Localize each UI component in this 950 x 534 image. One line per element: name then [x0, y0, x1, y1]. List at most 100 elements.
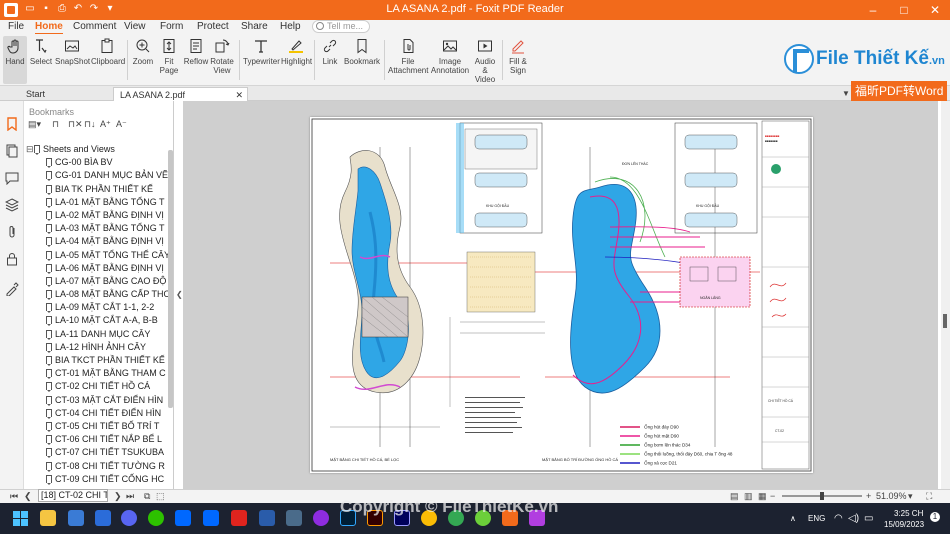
bookmark-root[interactable]: ⊟ Sheets and Views	[26, 143, 168, 156]
volume-icon[interactable]: ◁)	[848, 513, 859, 524]
wechat-icon[interactable]	[148, 510, 164, 526]
bookmark-item[interactable]: LA-06 MẶT BẰNG ĐỊNH VỊ	[26, 262, 168, 275]
bookmark-item[interactable]: CG-01 DANH MỤC BẢN VẼ	[26, 169, 168, 182]
hand-button[interactable]: Hand	[3, 36, 27, 84]
document-canvas[interactable]: ■■■■■■■■ ■■■■■■■ CHI TIẾT HỒ CÁ CT-02 KH…	[183, 101, 938, 489]
rotate-view-button[interactable]: Rotate View	[209, 36, 235, 84]
bookmark-item[interactable]: LA-03 MẶT BẰNG TỔNG T	[26, 222, 168, 235]
pages-panel-icon[interactable]	[5, 144, 19, 158]
bookmark-item[interactable]: CG-00 BÌA BV	[26, 156, 168, 169]
clock-date[interactable]: 15/09/2023	[884, 520, 924, 529]
clock-time[interactable]: 3:25 CH	[894, 509, 923, 518]
single-page-view-icon[interactable]: ▤	[730, 491, 739, 502]
zoom-out-icon[interactable]: −	[770, 491, 775, 501]
bookmark-item[interactable]: BIA TK PHẦN THIẾT KẾ	[26, 183, 168, 196]
store-icon[interactable]	[68, 510, 84, 526]
bookmark-item[interactable]: CT-08 CHI TIẾT TƯỜNG R	[26, 460, 168, 473]
text-smaller-icon[interactable]: A⁻	[116, 119, 127, 130]
tab-form[interactable]: Form	[160, 20, 183, 34]
bookmark-item[interactable]: CT-02 CHI TIẾT HỒ CÁ	[26, 380, 168, 393]
maximize-button[interactable]: □	[889, 0, 919, 20]
app-icon[interactable]	[286, 510, 302, 526]
wifi-icon[interactable]: ◠	[834, 513, 843, 524]
select-button[interactable]: Select	[29, 36, 53, 84]
close-button[interactable]: ✕	[920, 0, 950, 20]
bookmark-item[interactable]: LA-01 MẶT BẰNG TỔNG T	[26, 196, 168, 209]
fill-sign-button[interactable]: Fill & Sign	[505, 36, 531, 84]
bookmark-expand-icon[interactable]: ⊓↓	[84, 119, 96, 130]
bookmark-item[interactable]: LA-10 MẶT CẮT A-A, B-B	[26, 314, 168, 327]
text-larger-icon[interactable]: A⁺	[100, 119, 111, 130]
tell-me-search[interactable]: Tell me...	[312, 20, 370, 33]
tab-share[interactable]: Share	[241, 20, 268, 34]
tab-comment[interactable]: Comment	[73, 20, 116, 34]
canvas-scrollbar[interactable]	[941, 101, 950, 489]
windows-start-icon[interactable]	[13, 511, 28, 526]
image-annotation-button[interactable]: Image Annotation	[430, 36, 470, 84]
bookmarks-panel-icon[interactable]	[5, 117, 19, 131]
snapshot-button[interactable]: SnapShot	[55, 36, 90, 84]
clipboard-button[interactable]: Clipboard	[91, 36, 125, 84]
pdf-to-word-banner[interactable]: 福昕PDF转Word	[851, 81, 947, 101]
bookmark-item[interactable]: LA-02 MẶT BẰNG ĐỊNH VỊ	[26, 209, 168, 222]
collapse-panel-icon[interactable]: ❮	[176, 290, 183, 299]
scroll-thumb[interactable]	[943, 314, 947, 328]
language-indicator[interactable]: ENG	[808, 514, 825, 523]
attachments-panel-icon[interactable]	[5, 225, 19, 239]
bookmark-item[interactable]: CT-05 CHI TIẾT BỐ TRÍ T	[26, 420, 168, 433]
facing-view-icon[interactable]: ▦	[758, 491, 767, 502]
typewriter-button[interactable]: Typewriter	[243, 36, 280, 84]
zoom-slider[interactable]	[782, 492, 862, 500]
page-layout-icon[interactable]: ⧉	[144, 491, 150, 502]
bookmark-item[interactable]: CT-07 CHI TIẾT TSUKUBA	[26, 446, 168, 459]
layers-panel-icon[interactable]	[5, 198, 19, 212]
tab-start[interactable]: Start	[20, 87, 112, 101]
reflow-button[interactable]: Reflow	[183, 36, 209, 84]
bookmark-item[interactable]: LA-12 HÌNH ẢNH CÂY	[26, 341, 168, 354]
page-number-field[interactable]: [18] CT-02 CHI T	[38, 489, 108, 502]
dual-page-icon[interactable]: ⬚	[156, 491, 165, 502]
bookmark-item[interactable]: CT-06 CHI TIẾT NẮP BỂ L	[26, 433, 168, 446]
signature-panel-icon[interactable]	[5, 282, 19, 296]
tab-file[interactable]: File	[8, 20, 24, 34]
comments-panel-icon[interactable]	[5, 171, 19, 185]
zoom-button[interactable]: Zoom	[131, 36, 155, 84]
collapse-icon[interactable]: ⊟	[26, 143, 34, 156]
tab-document[interactable]: LA ASANA 2.pdf ✕	[113, 87, 248, 101]
highlight-button[interactable]: Highlight	[281, 36, 312, 84]
podcast-icon[interactable]	[313, 510, 329, 526]
continuous-view-icon[interactable]: ▥	[744, 491, 753, 502]
zoom-slider-knob[interactable]	[820, 492, 824, 500]
link-button[interactable]: Link	[318, 36, 342, 84]
bookmark-item[interactable]: LA-11 DANH MỤC CÂY	[26, 328, 168, 341]
tab-list-dropdown-icon[interactable]: ▼	[842, 89, 850, 98]
bookmark-new-icon[interactable]: ⊓	[52, 119, 59, 130]
next-page-icon[interactable]: ❯	[114, 491, 122, 502]
last-page-icon[interactable]: ⏭	[126, 491, 134, 502]
bookmark-item[interactable]: LA-07 MẶT BẰNG CAO ĐỘ	[26, 275, 168, 288]
fit-page-button[interactable]: Fit Page	[157, 36, 181, 84]
bookmark-item[interactable]: CT-04 CHI TIẾT ĐIỂN HÌN	[26, 407, 168, 420]
zalo-secondary-icon[interactable]	[203, 510, 219, 526]
prev-page-icon[interactable]: ❮	[24, 491, 32, 502]
bookmark-item[interactable]: LA-05 MẶT TỔNG THỂ CÂY	[26, 249, 168, 262]
tab-view[interactable]: View	[124, 20, 146, 34]
sketchup-icon[interactable]	[259, 510, 275, 526]
zoom-level[interactable]: 51.09%	[876, 491, 907, 501]
discord-icon[interactable]	[121, 510, 137, 526]
tab-home[interactable]: Home	[35, 20, 63, 35]
file-explorer-icon[interactable]	[40, 510, 56, 526]
bookmark-item[interactable]: LA-09 MẶT CẮT 1-1, 2-2	[26, 301, 168, 314]
tray-chevron-icon[interactable]: ∧	[790, 514, 796, 523]
audio-video-button[interactable]: Audio & Video	[472, 36, 498, 84]
file-attachment-button[interactable]: File Attachment	[388, 36, 428, 84]
fullscreen-icon[interactable]: ⛶	[926, 491, 932, 502]
bookmark-item[interactable]: LA-08 MẶT BẰNG CẤP THO	[26, 288, 168, 301]
bookmark-button[interactable]: Bookmark	[344, 36, 380, 84]
first-page-icon[interactable]: ⏮	[10, 491, 18, 502]
tab-help[interactable]: Help	[280, 20, 301, 34]
zoom-in-icon[interactable]: +	[866, 491, 871, 501]
bookmark-item[interactable]: CT-03 MẶT CẮT ĐIỂN HÌN	[26, 394, 168, 407]
bookmark-item[interactable]: LA-04 MẶT BẰNG ĐỊNH VỊ	[26, 235, 168, 248]
notification-badge[interactable]: 1	[930, 512, 940, 522]
